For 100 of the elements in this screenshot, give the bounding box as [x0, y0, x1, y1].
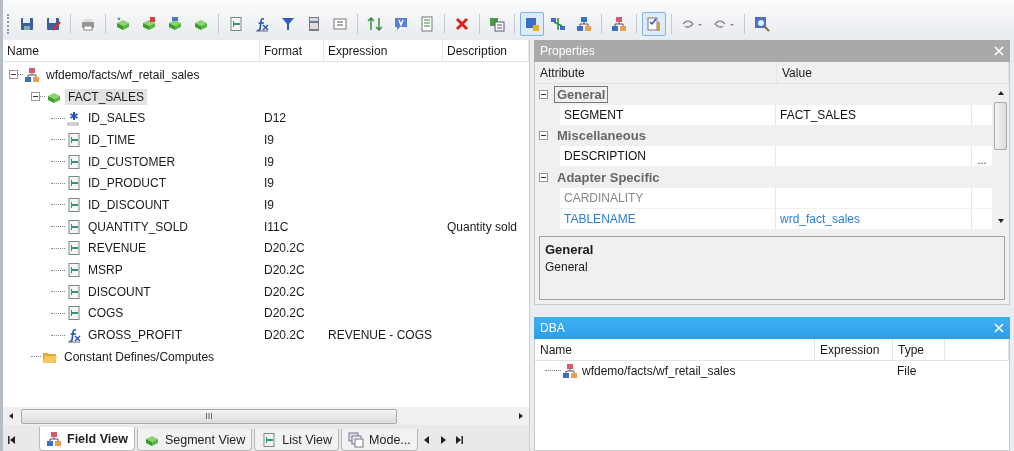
last-icon	[453, 435, 464, 445]
format-cell-text: D20.2C	[263, 263, 306, 278]
tree-node-label[interactable]: ID_TIME	[85, 131, 139, 148]
stack-link-icon	[167, 16, 183, 32]
description-cell-text: Quantity sold	[446, 219, 519, 234]
column-header[interactable]: Type	[893, 338, 945, 360]
category-label[interactable]: General	[554, 85, 609, 103]
close-button[interactable]	[994, 322, 1004, 333]
field-icon	[66, 196, 82, 213]
tree-node-label[interactable]: QUANTITY_SOLD	[85, 218, 192, 235]
checklist-icon	[646, 16, 662, 32]
horizontal-scrollbar[interactable]: III	[3, 407, 529, 425]
tree-node-label[interactable]: wfdemo/facts/wf_retail_sales	[43, 66, 203, 83]
column-header[interactable]: Expression	[324, 40, 443, 61]
close-button[interactable]	[994, 46, 1004, 56]
database-lock-icon	[524, 16, 540, 32]
field-icon	[228, 16, 244, 32]
collapse-icon[interactable]	[539, 131, 548, 141]
attribute-cell: TABLENAME	[560, 208, 776, 229]
column-header[interactable]: Expression	[815, 338, 893, 360]
speech-v-icon	[393, 16, 409, 32]
attribute-cell: SEGMENT	[560, 104, 776, 125]
field-icon	[66, 131, 82, 148]
tree-node-label[interactable]: GROSS_PROFIT	[85, 327, 185, 344]
column-header[interactable]: Description	[443, 40, 529, 61]
checklist-button[interactable]	[642, 12, 666, 36]
field-icon	[66, 305, 82, 322]
panel-title: DBA	[540, 320, 565, 335]
category-label[interactable]: Adapter Specific	[554, 169, 663, 187]
column-header[interactable]: Format	[260, 40, 324, 61]
tree-node-label[interactable]: ID_CUSTOMER	[85, 153, 179, 170]
close-icon	[994, 322, 1004, 333]
collapse-icon[interactable]	[539, 173, 548, 183]
form-icon	[332, 16, 348, 32]
view-tab[interactable]: Field View	[39, 427, 135, 451]
tree-node-label[interactable]: ID_DISCOUNT	[85, 196, 173, 213]
panel-title: Properties	[540, 44, 595, 58]
tree-node-label[interactable]: COGS	[85, 305, 127, 322]
format-cell-text: D12	[263, 111, 287, 126]
hierarchy-icon	[24, 66, 40, 83]
format-cell-text: D20.2C	[263, 241, 306, 256]
scrollbar-thumb[interactable]	[994, 102, 1007, 150]
attribute-cell: CARDINALITY	[560, 188, 776, 208]
help-title: General	[545, 241, 595, 257]
tree-icon	[576, 16, 592, 32]
tree-node-label[interactable]: REVENUE	[85, 240, 149, 257]
search-icon	[754, 16, 770, 32]
filter-icon	[280, 16, 296, 32]
value-cell[interactable]: wrd_fact_sales	[776, 208, 972, 229]
column-header[interactable]: Attribute	[535, 62, 777, 83]
view-tab[interactable]: List View	[254, 429, 340, 451]
scrollbar-thumb[interactable]: III	[21, 408, 397, 424]
help-text: General	[545, 259, 589, 274]
field-icon	[66, 175, 82, 192]
tree-node-label[interactable]: wfdemo/facts/wf_retail_sales	[578, 363, 736, 378]
browse-button[interactable]: ...	[972, 154, 992, 167]
db-lock-button[interactable]	[520, 12, 544, 36]
stack-join-icon	[141, 16, 157, 32]
asterisk-icon	[66, 110, 82, 127]
format-cell-text: I9	[263, 132, 275, 147]
calculator-icon	[306, 16, 322, 32]
diagram-icon	[550, 16, 566, 32]
stack-star-icon	[115, 16, 131, 32]
hierarchy-icon	[46, 430, 62, 447]
category-label[interactable]: Miscellaneous	[554, 127, 649, 145]
format-cell-text: I9	[263, 154, 275, 169]
format-cell-text: D20.2C	[263, 328, 306, 343]
list-icon	[419, 16, 435, 32]
column-header[interactable]: Value	[777, 62, 1009, 83]
tree-node-label[interactable]: DISCOUNT	[85, 283, 154, 300]
first-icon	[7, 435, 17, 445]
hierarchy-icon	[611, 16, 627, 32]
tree-node-label[interactable]: MSRP	[85, 262, 126, 279]
format-cell-text: I9	[263, 197, 275, 212]
field-icon	[66, 218, 82, 235]
copy-icon	[489, 16, 505, 32]
field-icon	[66, 153, 82, 170]
column-header[interactable]: Name	[535, 338, 815, 360]
hierarchy-icon	[562, 362, 578, 379]
tree-node-label[interactable]: ID_SALES	[85, 110, 149, 127]
column-header[interactable]: Name	[3, 40, 260, 61]
fx-icon	[66, 327, 82, 344]
view-tab[interactable]: Mode...	[341, 429, 418, 451]
collapse-icon[interactable]	[539, 89, 548, 99]
tree-node-label[interactable]: ID_PRODUCT	[85, 175, 169, 192]
sort-icon	[367, 16, 383, 32]
windows-icon	[348, 431, 365, 448]
value-cell[interactable]: FACT_SALES	[776, 104, 972, 125]
type-cell-text: File	[896, 363, 918, 378]
tree-node-label[interactable]: Constant Defines/Computes	[61, 348, 218, 365]
floppy-pencil-icon	[45, 16, 61, 32]
field-icon	[261, 431, 278, 448]
collapse-icon[interactable]	[9, 70, 18, 80]
collapse-icon[interactable]	[31, 92, 40, 102]
attribute-cell: DESCRIPTION	[560, 146, 776, 167]
tree-node-label[interactable]: FACT_SALES	[65, 88, 148, 105]
view-tab[interactable]: Segment View	[136, 429, 253, 451]
expression-cell-text: REVENUE - COGS	[327, 328, 433, 343]
format-cell-text: I11C	[263, 219, 290, 234]
printer-icon	[80, 16, 96, 32]
